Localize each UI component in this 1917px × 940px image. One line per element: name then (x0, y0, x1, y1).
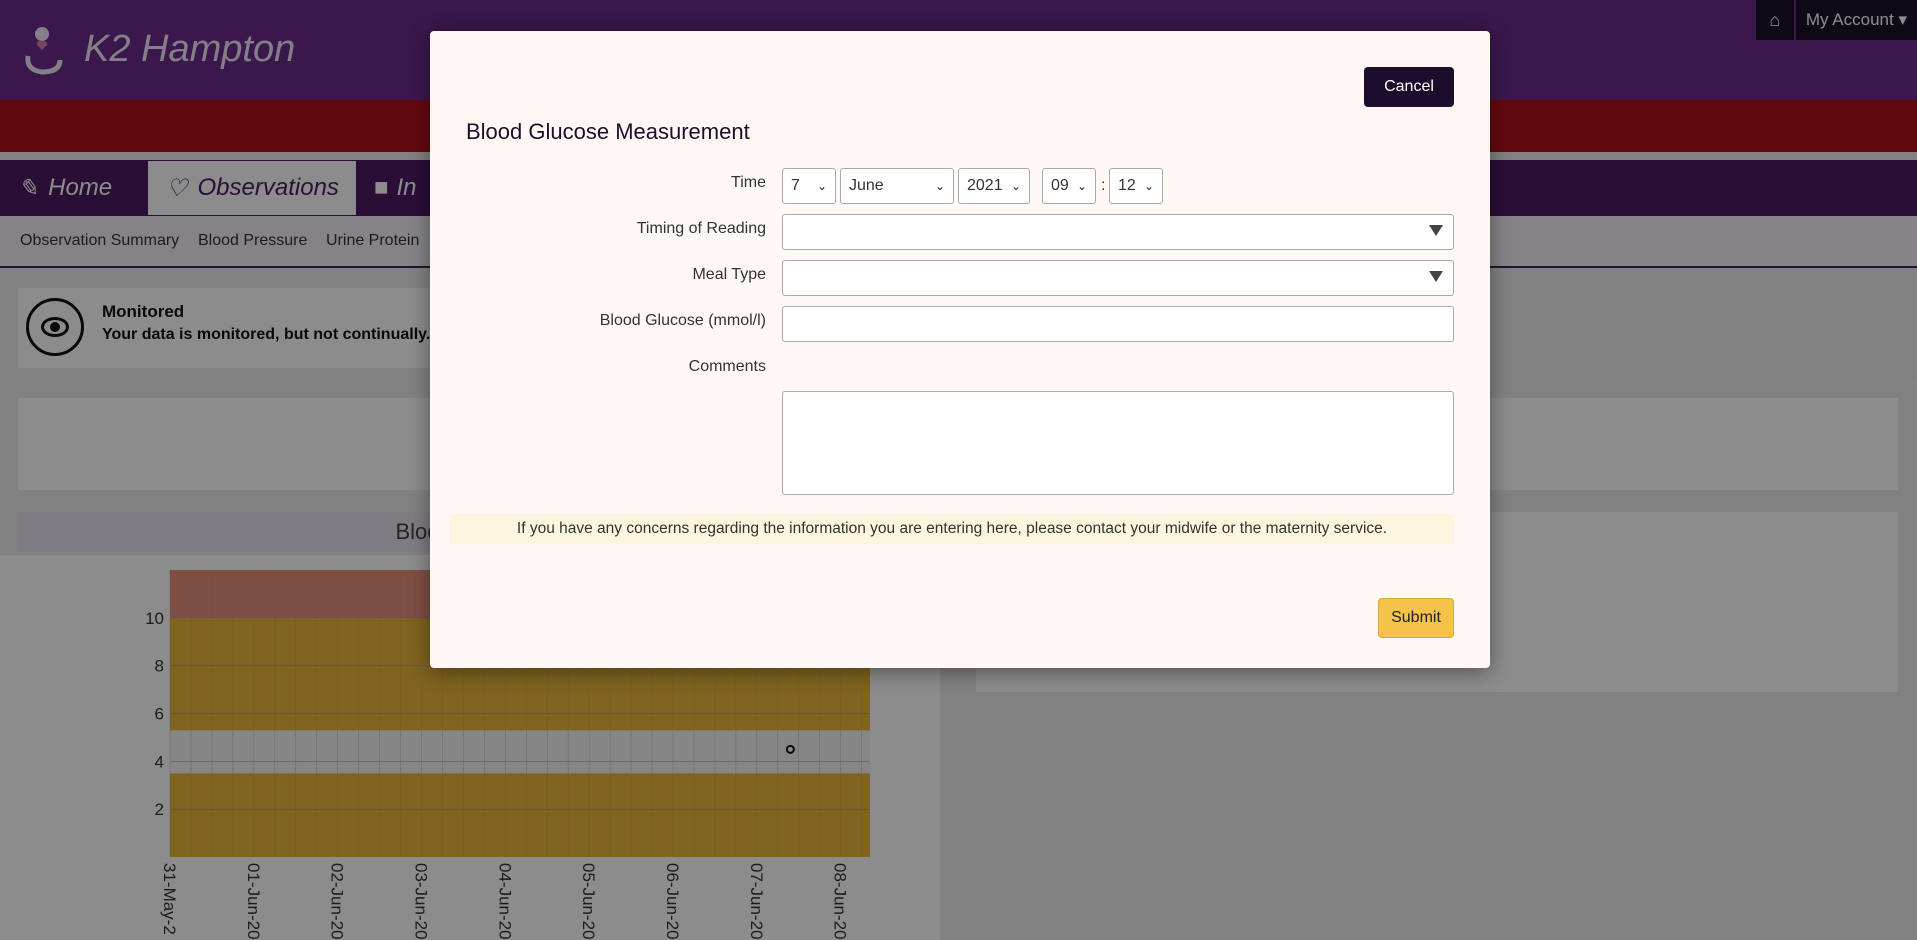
submit-button[interactable]: Submit (1378, 598, 1454, 638)
dropdown-arrow-icon (1429, 225, 1443, 236)
meal-type-label: Meal Type (692, 266, 766, 283)
chevron-down-icon: ⌄ (816, 179, 827, 193)
dropdown-arrow-icon (1429, 271, 1443, 282)
concerns-notice: If you have any concerns regarding the i… (450, 514, 1454, 544)
meal-type-select[interactable] (782, 260, 1454, 296)
time-separator: : (1101, 177, 1106, 194)
day-select[interactable]: 7 ⌄ (782, 168, 836, 204)
year-select[interactable]: 2021 ⌄ (958, 168, 1030, 204)
comments-textarea[interactable] (782, 391, 1454, 495)
chevron-down-icon: ⌄ (1076, 179, 1087, 193)
chevron-down-icon: ⌄ (1143, 179, 1154, 193)
chevron-down-icon: ⌄ (1010, 179, 1021, 193)
time-label: Time (731, 174, 766, 191)
timing-label: Timing of Reading (636, 220, 766, 237)
month-select[interactable]: June ⌄ (840, 168, 954, 204)
blood-glucose-modal: Cancel Blood Glucose Measurement Time 7 ⌄… (430, 31, 1490, 668)
timing-of-reading-select[interactable] (782, 214, 1454, 250)
modal-title: Blood Glucose Measurement (466, 119, 750, 144)
blood-glucose-input[interactable] (782, 306, 1454, 342)
comments-label: Comments (688, 358, 766, 375)
cancel-button[interactable]: Cancel (1364, 67, 1454, 107)
hour-select[interactable]: 09 ⌄ (1042, 168, 1096, 204)
minute-select[interactable]: 12 ⌄ (1109, 168, 1163, 204)
chevron-down-icon: ⌄ (934, 179, 945, 193)
glucose-label: Blood Glucose (mmol/l) (599, 312, 766, 329)
